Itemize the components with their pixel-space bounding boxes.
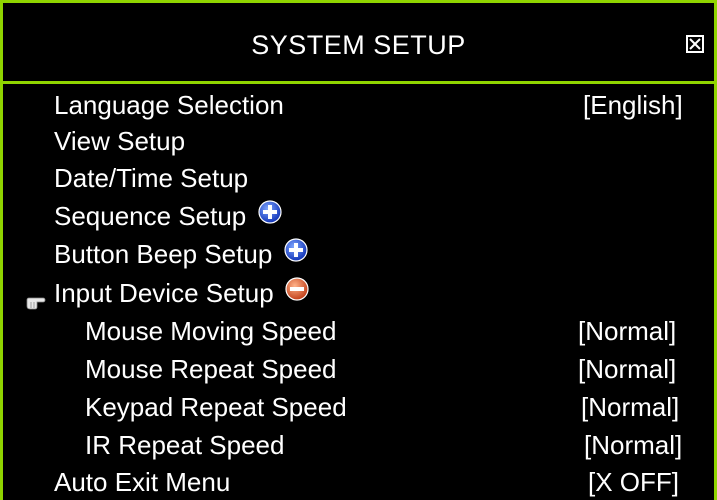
menu-item-mouse-repeat-speed[interactable]: Mouse Repeat Speed [Normal]	[3, 351, 714, 387]
menu-item-label: Mouse Moving Speed	[85, 316, 337, 346]
menu-item-input-device-setup[interactable]: Input Device Setup	[3, 275, 714, 311]
menu-item-label: IR Repeat Speed	[85, 430, 285, 460]
menu-item-value: [Normal]	[581, 392, 680, 422]
menu-item-date-time-setup[interactable]: Date/Time Setup	[3, 160, 714, 196]
menu-item-value: [English]	[583, 90, 683, 120]
menu-item-label: Auto Exit Menu	[54, 467, 231, 497]
menu-item-value: [Normal]	[578, 354, 677, 384]
plus-circle-icon[interactable]	[257, 197, 282, 233]
plus-circle-icon[interactable]	[283, 235, 308, 271]
close-icon[interactable]	[686, 35, 704, 53]
menu-item-label: Date/Time Setup	[54, 163, 249, 193]
menu-item-label: Sequence Setup	[54, 201, 247, 231]
menu-item-value: [Normal]	[578, 316, 677, 346]
title-bar: SYSTEM SETUP	[3, 3, 714, 84]
menu-item-value: [Normal]	[584, 430, 683, 460]
menu-item-ir-repeat-speed[interactable]: IR Repeat Speed [Normal]	[3, 427, 714, 463]
menu-item-mouse-moving-speed[interactable]: Mouse Moving Speed [Normal]	[3, 313, 714, 349]
menu-item-label: Mouse Repeat Speed	[85, 354, 337, 384]
menu-item-label: View Setup	[54, 126, 186, 156]
menu-item-button-beep-setup[interactable]: Button Beep Setup	[3, 236, 714, 272]
menu-item-label: Button Beep Setup	[54, 239, 273, 269]
menu-item-keypad-repeat-speed[interactable]: Keypad Repeat Speed [Normal]	[3, 389, 714, 425]
menu-item-language-selection[interactable]: Language Selection [English]	[3, 87, 714, 123]
menu-item-label: Keypad Repeat Speed	[85, 392, 347, 422]
menu-item-label: Input Device Setup	[54, 278, 274, 308]
menu-item-view-setup[interactable]: View Setup	[3, 123, 714, 159]
minus-circle-icon[interactable]	[285, 274, 309, 310]
menu-item-sequence-setup[interactable]: Sequence Setup	[3, 198, 714, 234]
menu-item-auto-exit-menu[interactable]: Auto Exit Menu [X OFF]	[3, 464, 714, 500]
menu-item-value: [X OFF]	[588, 467, 679, 497]
setup-window: SYSTEM SETUP Language Selection [English…	[0, 0, 717, 500]
menu-item-label: Language Selection	[54, 90, 284, 120]
window-title: SYSTEM SETUP	[251, 30, 466, 60]
